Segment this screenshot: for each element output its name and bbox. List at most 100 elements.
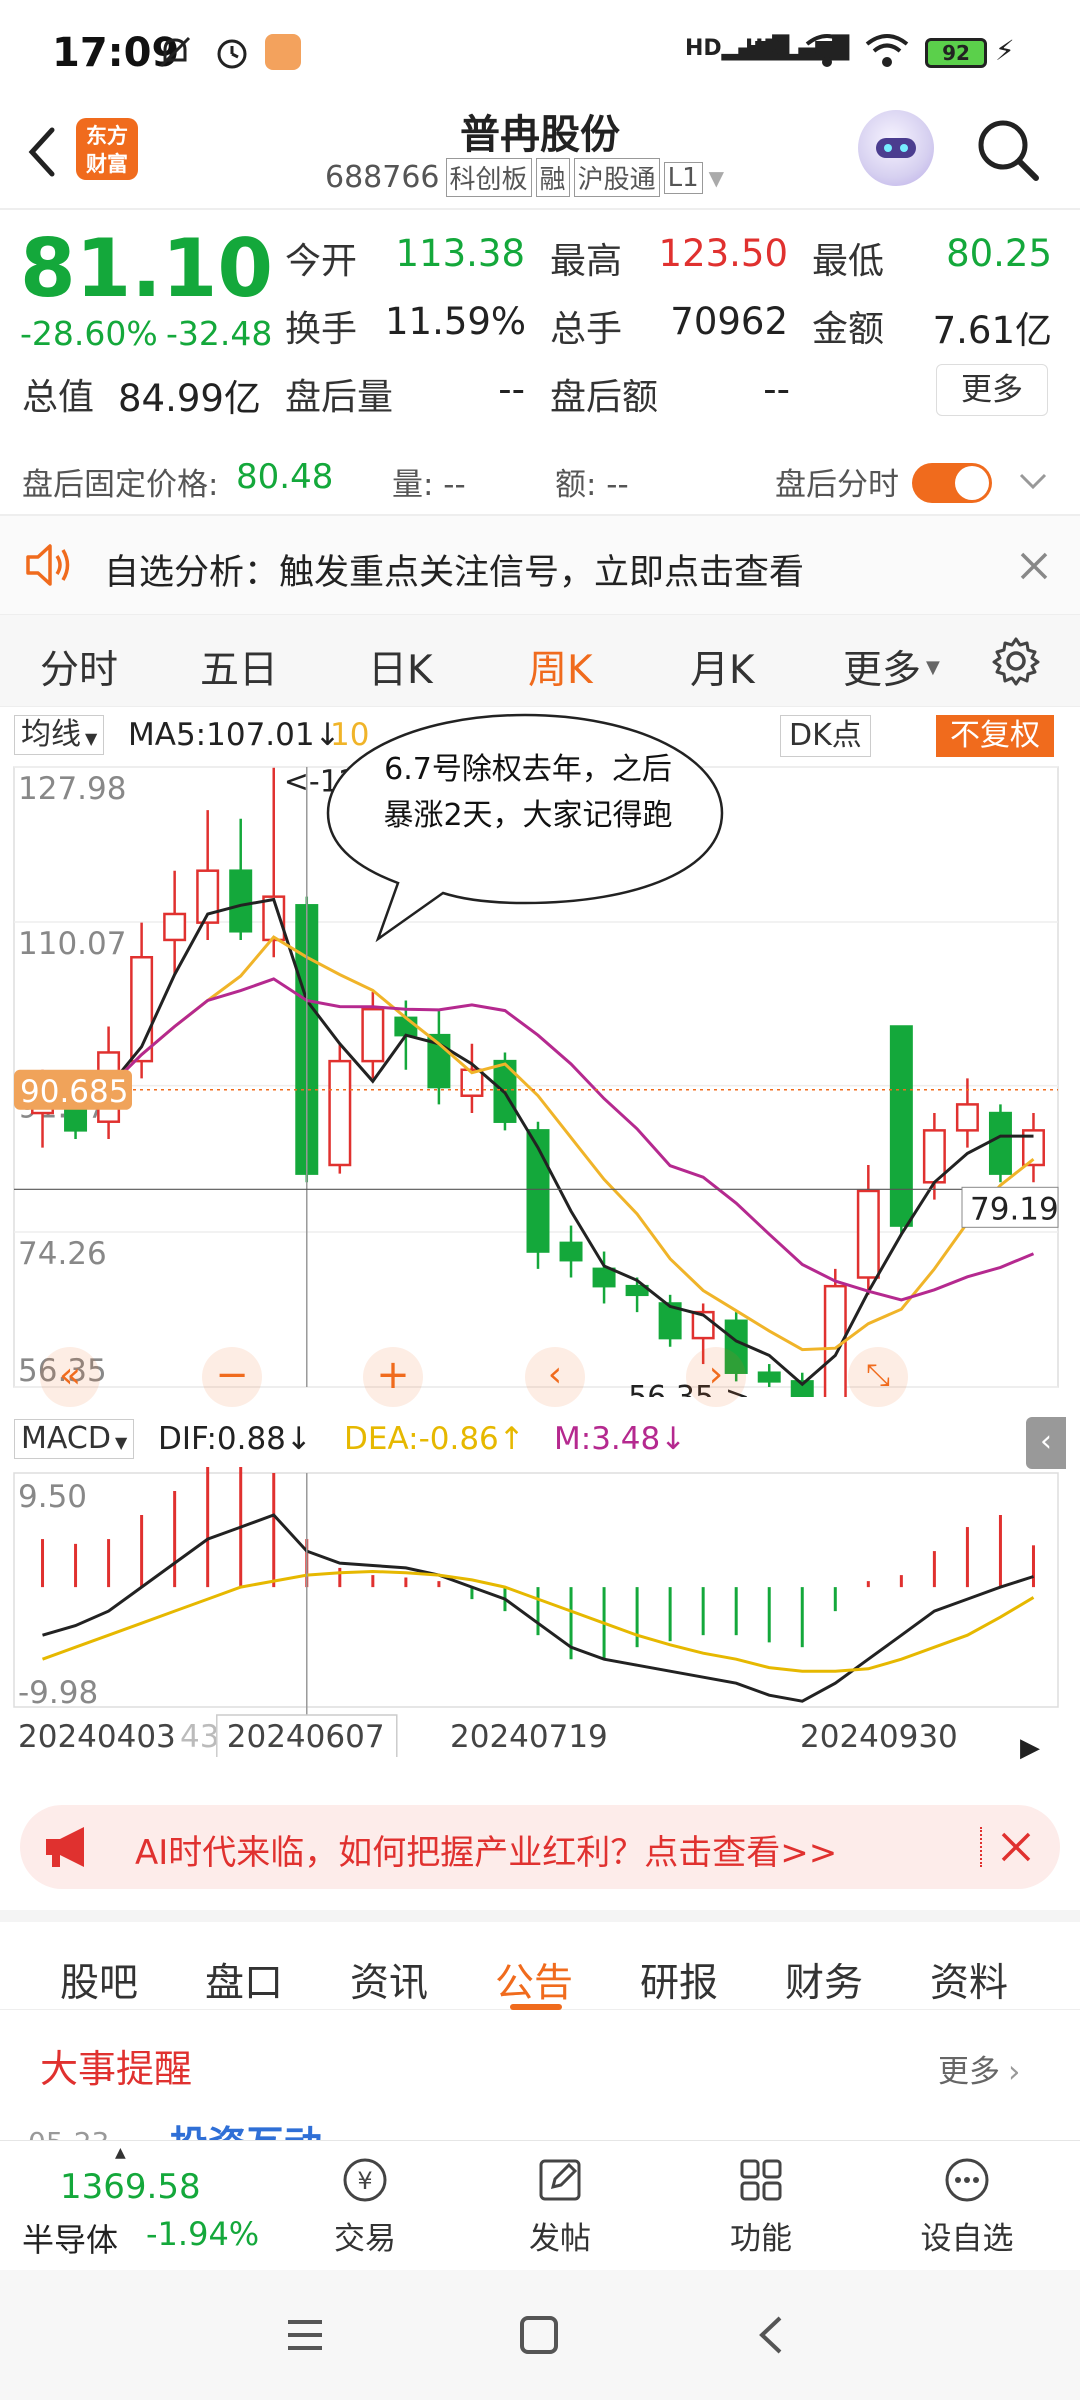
tab-intraday[interactable]: 分时	[40, 639, 118, 695]
tab-research[interactable]: 研报	[640, 1952, 718, 2008]
megaphone-icon	[40, 1823, 96, 1871]
ad-banner[interactable]: AI时代来临，如何把握产业红利？点击查看>>	[20, 1805, 1060, 1889]
dk-point-button[interactable]: DK点	[780, 715, 871, 757]
ah-amount-label: 盘后额	[550, 377, 659, 418]
turnover-label: 换手	[285, 309, 358, 350]
index-change: -1.94%	[146, 2215, 260, 2253]
battery-icon: 92	[925, 38, 987, 68]
m-readout: M:3.48↓	[554, 1421, 687, 1457]
tab-more[interactable]: 更多	[843, 639, 921, 695]
function-button[interactable]: 功能	[706, 2153, 816, 2263]
y-tick-label: 110.07	[18, 926, 126, 962]
post-button[interactable]: 发帖	[505, 2153, 615, 2263]
add-watchlist-button[interactable]: 设自选	[912, 2153, 1022, 2263]
status-bar: 17:09 HD▂▄▆█ HD▂▄▆█ 92 ⚡	[0, 0, 1080, 100]
more-button[interactable]: 更多	[936, 364, 1048, 416]
candle-body	[856, 1189, 880, 1279]
tab-guba[interactable]: 股吧	[60, 1952, 138, 2008]
tab-finance[interactable]: 财务	[785, 1952, 863, 2008]
candle-body	[361, 1007, 385, 1063]
amount-value: 7.61亿	[932, 309, 1052, 352]
callout-text: 6.7号除权去年，之后暴涨2天，大家记得跑	[383, 752, 673, 833]
price-marker-label: 90.685	[20, 1074, 128, 1110]
scroll-left-icon[interactable]: ‹	[525, 1347, 585, 1407]
index-name: 半导体	[22, 2221, 119, 2259]
stock-code: 688766	[325, 160, 440, 195]
events-title: 大事提醒	[40, 2047, 193, 2091]
ad-text: AI时代来临，如何把握产业红利？点击查看>>	[135, 1833, 838, 1873]
macd-frame	[13, 1472, 1059, 1708]
ad-close-icon[interactable]	[998, 1829, 1034, 1865]
change-amount: -32.48	[166, 314, 273, 353]
ah-toggle[interactable]	[912, 463, 992, 503]
tab-profile[interactable]: 资料	[930, 1952, 1008, 2008]
tab-daily-k[interactable]: 日K	[368, 639, 433, 695]
y-tick-label: 74.26	[18, 1236, 107, 1272]
robot-assistant-icon[interactable]	[858, 110, 934, 186]
events-more-link[interactable]: 更多 ›	[938, 2046, 1020, 2091]
kline-chart-area[interactable]: 均线▼ MA5:107.01↓ 10 DK点 不复权 127.98110.079…	[0, 707, 1080, 1797]
ma-dropdown-icon: ▼	[85, 729, 98, 748]
candle-body	[889, 1025, 913, 1227]
tab-news[interactable]: 资讯	[350, 1952, 428, 2008]
home-icon[interactable]	[516, 2312, 562, 2358]
close-icon[interactable]	[1016, 548, 1052, 584]
x-tick-label: 20240403	[18, 1719, 176, 1755]
expand-chevron-icon[interactable]	[1015, 463, 1051, 499]
scroll-right-icon[interactable]: ›	[686, 1347, 746, 1407]
macd-dropdown-icon: ▼	[114, 1433, 128, 1452]
bottom-action-bar: ▲ 1369.58 半导体 -1.94% ¥ 交易 发帖 功能 设自选	[0, 2140, 1080, 2270]
notice-text: 自选分析：触发重点关注信号，立即点击查看	[104, 553, 805, 593]
tab-five-day[interactable]: 五日	[200, 639, 278, 695]
adjust-button[interactable]: 不复权	[936, 715, 1054, 757]
ah-amount-value: --	[763, 368, 790, 411]
candle-body	[394, 1016, 418, 1037]
open-value: 113.38	[395, 232, 525, 275]
tag-l1: L1	[663, 161, 703, 194]
zoom-out-icon[interactable]: −	[202, 1347, 262, 1407]
tab-announcements[interactable]: 公告	[495, 1952, 573, 2008]
scroll-left-fast-icon[interactable]: «	[40, 1347, 100, 1407]
more-dots-icon	[945, 2158, 989, 2202]
trade-icon: ¥	[343, 2158, 387, 2202]
tab-monthly-k[interactable]: 月K	[690, 639, 755, 695]
ad-divider	[980, 1827, 982, 1867]
timeline-next-icon[interactable]: ▶	[1010, 1725, 1050, 1771]
collapse-tab-icon[interactable]: ‹	[1026, 1417, 1066, 1469]
low-label: 最低	[812, 241, 885, 282]
charging-icon: ⚡	[995, 34, 1015, 67]
alarm-icon	[212, 32, 252, 72]
search-icon[interactable]	[970, 112, 1046, 188]
macd-chart[interactable]: 9.50-9.9820240403 430 20240719 202409302024…	[0, 1467, 1080, 1757]
candle-body	[328, 1059, 352, 1167]
tag-kcb: 科创板	[445, 158, 532, 197]
tab-pankou[interactable]: 盘口	[205, 1952, 283, 2008]
mute-icon	[155, 32, 195, 72]
tab-more-dropdown-icon: ▼	[926, 657, 940, 678]
ma-selector[interactable]: 均线 ▼	[14, 715, 105, 755]
tab-weekly-k[interactable]: 周K	[528, 639, 593, 695]
candle-body	[955, 1103, 979, 1132]
open-label: 今开	[285, 241, 358, 282]
menu-icon[interactable]	[282, 2312, 328, 2358]
change-percent: -28.60%	[20, 314, 158, 353]
zoom-in-icon[interactable]: +	[363, 1347, 423, 1407]
index-value[interactable]: 1369.58	[60, 2167, 201, 2207]
macd-selector[interactable]: MACD ▼	[14, 1419, 135, 1459]
ah-vol-text: 量: --	[392, 467, 466, 503]
events-section: 大事提醒 更多› 05-23 投资互动	[0, 2010, 1080, 2167]
settings-gear-icon[interactable]	[990, 635, 1042, 687]
nav-back-icon[interactable]	[750, 2312, 796, 2358]
notice-bar[interactable]: 自选分析：触发重点关注信号，立即点击查看	[0, 515, 1080, 615]
stock-code-row[interactable]: 688766 科创板 融 沪股通 L1 ▼	[325, 158, 724, 197]
y-tick-label: 127.98	[18, 771, 126, 807]
fullscreen-icon[interactable]: ⤡	[848, 1347, 908, 1407]
ma-selector-label: 均线	[21, 717, 81, 752]
ah-amt-text: 额: --	[555, 467, 629, 503]
system-nav-bar	[0, 2270, 1080, 2400]
fixed-price-value: 80.48	[236, 457, 334, 497]
trade-button[interactable]: ¥ 交易	[310, 2153, 420, 2263]
ah-volume-value: --	[498, 368, 525, 411]
x-tick-label: 20240719	[450, 1719, 608, 1755]
current-price-label: 79.19	[970, 1191, 1059, 1227]
